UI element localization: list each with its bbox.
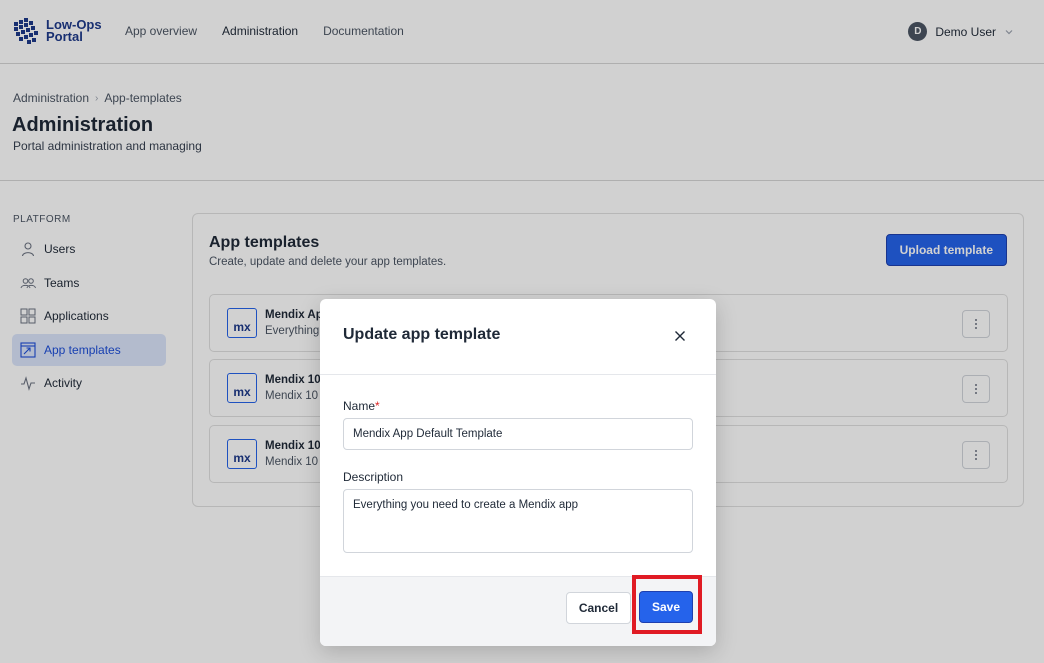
name-label: Name*: [343, 399, 380, 413]
update-app-template-dialog: Update app template Name* Description Ev…: [320, 299, 716, 646]
dialog-footer: Cancel Save: [320, 576, 716, 646]
name-label-text: Name: [343, 399, 376, 413]
required-mark: *: [375, 399, 380, 413]
cancel-button[interactable]: Cancel: [566, 592, 631, 624]
close-icon[interactable]: [674, 330, 686, 342]
description-field[interactable]: Everything you need to create a Mendix a…: [343, 489, 693, 553]
dialog-divider: [320, 374, 716, 375]
save-button[interactable]: Save: [639, 591, 693, 623]
name-field[interactable]: [343, 418, 693, 450]
description-label: Description: [343, 470, 404, 484]
dialog-title: Update app template: [343, 326, 501, 343]
